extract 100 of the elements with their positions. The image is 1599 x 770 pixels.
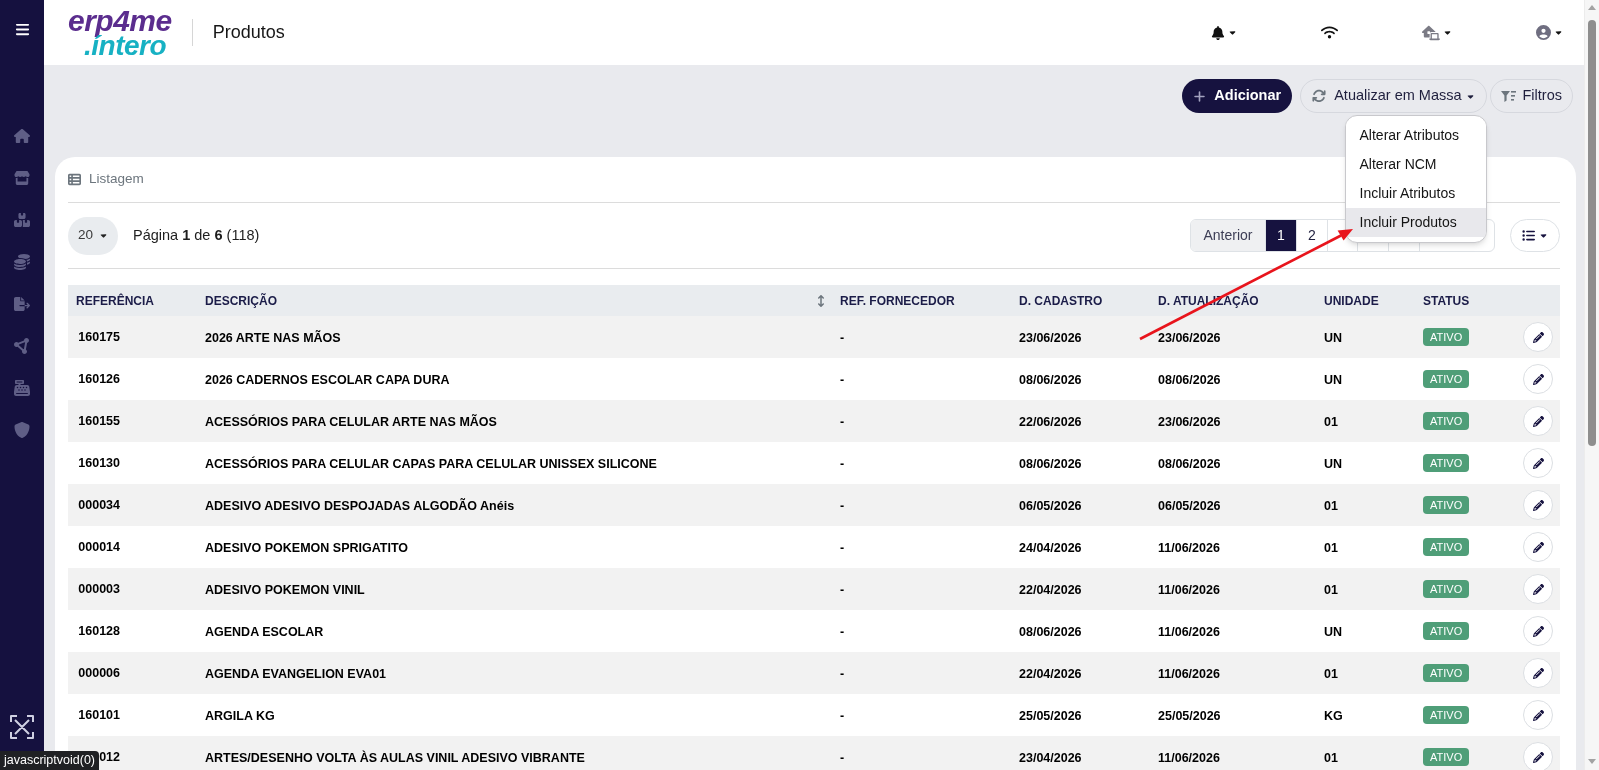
created-date: 25/05/2026 [1019, 709, 1082, 723]
updated-date: 11/06/2026 [1158, 541, 1220, 555]
product-reference: 160155 [78, 412, 120, 430]
column-header[interactable]: REFERÊNCIA [76, 291, 154, 310]
card-title: Listagem [89, 170, 144, 189]
unit-text: 01 [1324, 667, 1338, 681]
edit-button[interactable] [1523, 448, 1553, 478]
created-date: 22/06/2026 [1019, 415, 1082, 429]
column-header[interactable]: REF. FORNECEDOR [840, 291, 955, 310]
updated-date: 11/06/2026 [1158, 751, 1220, 765]
edit-button[interactable] [1523, 574, 1553, 604]
updated-date: 11/06/2026 [1158, 583, 1220, 597]
pencil-icon [1532, 499, 1544, 511]
store-icon[interactable] [14, 170, 30, 186]
page-size-select[interactable]: 20 [68, 216, 118, 255]
product-description: AGENDA EVANGELION EVA01 [205, 667, 387, 681]
user-menu-button[interactable] [1536, 25, 1563, 40]
updated-date: 08/06/2026 [1158, 457, 1221, 471]
created-date: 08/06/2026 [1019, 373, 1082, 387]
edit-button[interactable] [1523, 406, 1553, 436]
edit-button[interactable] [1523, 490, 1553, 520]
unit-text: 01 [1324, 415, 1338, 429]
column-header[interactable]: STATUS [1423, 291, 1470, 310]
menu-item[interactable]: Incluir Produtos [1345, 208, 1486, 237]
pencil-icon [1532, 583, 1544, 595]
supplier-reference: - [840, 709, 845, 723]
product-description: AGENDA ESCOLAR [205, 625, 324, 639]
workspace-button[interactable] [1422, 23, 1452, 42]
column-header[interactable]: D. CADASTRO [1019, 291, 1103, 310]
edit-button[interactable] [1523, 616, 1553, 646]
supplier-reference: - [840, 499, 845, 513]
status-badge: ATIVO [1423, 454, 1470, 472]
unit-text: UN [1324, 625, 1343, 639]
caret-icon [1443, 28, 1452, 37]
shield-icon[interactable] [14, 422, 30, 438]
supplier-reference: - [840, 625, 845, 639]
created-date: 22/04/2026 [1019, 583, 1082, 597]
boxes-icon[interactable] [14, 212, 30, 228]
house-laptop-icon [1422, 23, 1440, 42]
pencil-icon [1532, 457, 1544, 469]
home-icon[interactable] [14, 128, 30, 144]
user-avatar-icon [1536, 25, 1551, 40]
scrollbar-thumb[interactable] [1588, 20, 1596, 446]
sort-icon[interactable] [815, 294, 827, 307]
column-header[interactable]: UNIDADE [1324, 291, 1379, 310]
created-date: 08/06/2026 [1019, 457, 1082, 471]
column-header[interactable]: DESCRIÇÃO [205, 291, 277, 310]
product-description: ACESSÓRIOS PARA CELULAR ARTE NAS MÃOS [205, 415, 497, 429]
list-icon [1522, 229, 1535, 242]
plus-icon [1193, 89, 1207, 103]
created-date: 23/04/2026 [1019, 751, 1082, 765]
add-button[interactable]: Adicionar [1182, 79, 1293, 113]
menu-item[interactable]: Alterar Atributos [1345, 121, 1486, 150]
cash-register-icon[interactable] [14, 380, 30, 396]
product-description: ADESIVO POKEMON SPRIGATITO [205, 541, 409, 555]
caret-icon [1539, 231, 1548, 240]
edit-button[interactable] [1523, 322, 1553, 352]
product-reference: 160130 [78, 454, 120, 472]
status-badge: ATIVO [1423, 328, 1470, 346]
menu-icon[interactable] [14, 22, 30, 36]
supplier-reference: - [840, 415, 845, 429]
caret-icon [1228, 28, 1237, 37]
edit-button[interactable] [1523, 700, 1553, 730]
updated-date: 23/06/2026 [1158, 331, 1221, 345]
updated-date: 08/06/2026 [1158, 373, 1221, 387]
unit-text: KG [1324, 709, 1343, 723]
product-description: ADESIVO ADESIVO DESPOJADAS ALGODÃO Anéis [205, 499, 515, 513]
product-reference: 000014 [78, 538, 120, 556]
coins-icon[interactable] [14, 254, 30, 270]
edit-button[interactable] [1523, 658, 1553, 688]
status-tooltip: javascriptvoid(0) [0, 751, 99, 770]
product-reference: 000003 [78, 580, 120, 598]
supplier-reference: - [840, 457, 845, 471]
pencil-icon [1532, 751, 1544, 763]
pencil-icon [1532, 373, 1544, 385]
supplier-reference: - [840, 331, 845, 345]
notifications-button[interactable] [1211, 25, 1237, 40]
status-badge: ATIVO [1423, 496, 1470, 514]
nodes-icon[interactable] [14, 338, 30, 354]
status-badge: ATIVO [1423, 538, 1470, 556]
refresh-icon [1312, 89, 1327, 103]
filter-icon [1500, 89, 1516, 103]
edit-button[interactable] [1523, 532, 1553, 562]
file-export-icon[interactable] [14, 296, 30, 312]
edit-button[interactable] [1523, 742, 1553, 770]
table-icon [68, 173, 81, 186]
page-title: Produtos [212, 21, 285, 44]
product-reference: 160126 [78, 370, 120, 388]
menu-item[interactable]: Incluir Atributos [1345, 179, 1486, 208]
product-description: ACESSÓRIOS PARA CELULAR CAPAS PARA CELULAR UNISSEX SILICONE [205, 457, 657, 471]
updated-date: 06/05/2026 [1158, 499, 1221, 513]
created-date: 08/06/2026 [1019, 625, 1082, 639]
wifi-icon [1321, 24, 1338, 41]
pencil-icon [1532, 709, 1544, 721]
menu-item[interactable]: Alterar NCM [1345, 150, 1486, 179]
page-button[interactable]: 1 [1265, 220, 1296, 251]
pencil-icon [1532, 415, 1544, 427]
edit-button[interactable] [1523, 364, 1553, 394]
unit-text: UN [1324, 373, 1343, 387]
list-view-button[interactable] [1510, 219, 1560, 252]
